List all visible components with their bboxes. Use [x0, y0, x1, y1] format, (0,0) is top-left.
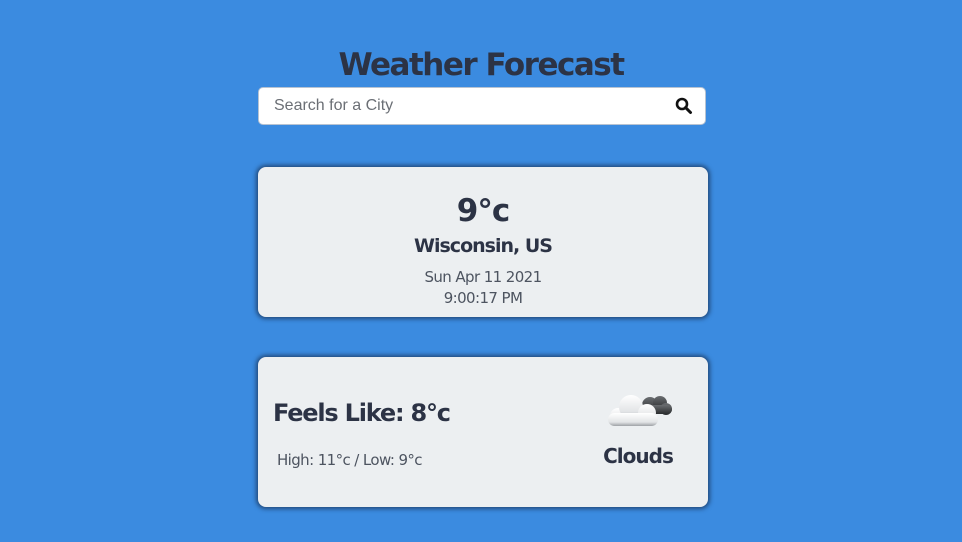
search-bar — [258, 87, 706, 125]
high-low-temperature: High: 11°c / Low: 9°c — [277, 451, 423, 469]
feels-like-temperature: Feels Like: 8°c — [273, 399, 451, 427]
weather-details-card: Feels Like: 8°c High: 11°c / Low: 9°c Cl… — [258, 357, 708, 507]
search-icon — [675, 97, 692, 114]
current-date: Sun Apr 11 2021 — [424, 268, 542, 286]
page-title: Weather Forecast — [338, 46, 625, 83]
current-time: 9:00:17 PM — [443, 289, 523, 307]
search-button[interactable] — [675, 97, 693, 115]
current-temperature: 9°c — [456, 193, 510, 229]
clouds-icon — [608, 395, 672, 426]
current-weather-card: 9°c Wisconsin, US Sun Apr 11 2021 9:00:1… — [258, 167, 708, 317]
search-input[interactable] — [259, 88, 659, 124]
weather-condition: Clouds — [603, 444, 674, 468]
city-location: Wisconsin, US — [414, 235, 553, 257]
